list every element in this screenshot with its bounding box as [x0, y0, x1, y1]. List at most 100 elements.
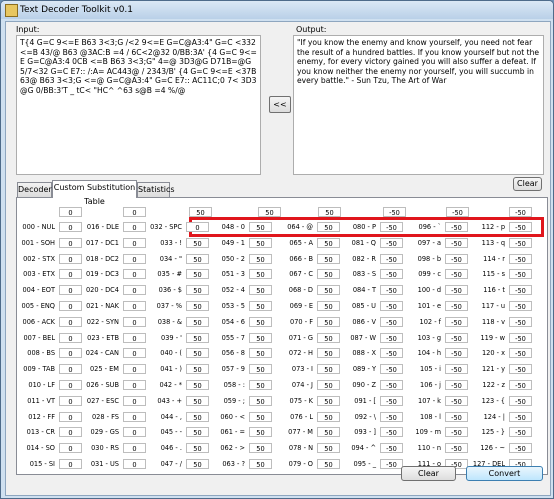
offset-value-field[interactable]: 0	[59, 348, 82, 359]
offset-value-field[interactable]: 50	[317, 222, 340, 232]
offset-value-field[interactable]: -50	[380, 427, 403, 438]
offset-value-field[interactable]: -50	[445, 443, 468, 454]
offset-value-field[interactable]: 50	[317, 301, 340, 311]
offset-value-field[interactable]: 0	[59, 332, 82, 343]
offset-value-field[interactable]: 0	[59, 364, 82, 375]
offset-value-field[interactable]: -50	[445, 222, 468, 232]
offset-value-field[interactable]: 50	[317, 285, 340, 296]
offset-value-field[interactable]: -50	[380, 380, 403, 390]
offset-value-field[interactable]: -50	[380, 395, 403, 406]
offset-value-field[interactable]: 50	[317, 237, 340, 248]
offset-value-field[interactable]: -50	[509, 237, 532, 248]
offset-value-field[interactable]: 50	[317, 459, 340, 469]
offset-value-field[interactable]: 0	[123, 395, 146, 406]
tab-statistics[interactable]: Statistics	[137, 182, 175, 197]
offset-value-field[interactable]: 50	[186, 253, 209, 264]
offset-value-field[interactable]: -50	[380, 253, 403, 264]
offset-value-field[interactable]: 50	[249, 332, 272, 343]
offset-value-field[interactable]: -50	[445, 364, 468, 375]
clear-button[interactable]: Clear	[401, 466, 456, 481]
offset-value-field[interactable]: 50	[249, 459, 272, 469]
offset-value-field[interactable]: 50	[317, 443, 340, 454]
offset-value-field[interactable]: -50	[509, 285, 532, 296]
offset-value-field[interactable]: 0	[59, 237, 82, 248]
offset-value-field[interactable]: 50	[186, 237, 209, 248]
offset-value-field[interactable]: 0	[123, 364, 146, 375]
offset-value-field[interactable]: -50	[445, 253, 468, 264]
offset-value-field[interactable]: 50	[186, 332, 209, 343]
offset-value-field[interactable]: 0	[59, 411, 82, 422]
offset-value-field[interactable]: -50	[380, 316, 403, 327]
offset-value-field[interactable]: 50	[186, 301, 209, 311]
offset-value-field[interactable]: 50	[249, 269, 272, 280]
offset-value-field[interactable]: 50	[249, 348, 272, 359]
offset-value-field[interactable]: 0	[59, 395, 82, 406]
offset-value-field[interactable]: 0	[123, 427, 146, 438]
swap-output-to-input-button[interactable]: <<	[269, 96, 291, 113]
input-textbox[interactable]: T{4 G=C 9<=E B63 3<3;G /<2 9<=E G=C@A3:4…	[16, 35, 261, 175]
offset-value-field[interactable]: -50	[380, 364, 403, 375]
offset-value-field[interactable]: 50	[249, 316, 272, 327]
offset-value-field[interactable]: -50	[380, 411, 403, 422]
range-offset-field[interactable]: 50	[189, 207, 212, 217]
offset-value-field[interactable]: -50	[509, 443, 532, 454]
offset-value-field[interactable]: -50	[380, 285, 403, 296]
offset-value-field[interactable]: 50	[249, 395, 272, 406]
offset-value-field[interactable]: -50	[380, 301, 403, 311]
offset-value-field[interactable]: 50	[249, 301, 272, 311]
offset-value-field[interactable]: -50	[445, 348, 468, 359]
offset-value-field[interactable]: 50	[317, 364, 340, 375]
title-bar[interactable]: Text Decoder Toolkit v0.1	[1, 1, 553, 19]
offset-value-field[interactable]: 50	[186, 348, 209, 359]
offset-value-field[interactable]: 0	[59, 285, 82, 296]
offset-value-field[interactable]: -50	[445, 316, 468, 327]
offset-value-field[interactable]: 0	[59, 427, 82, 438]
offset-value-field[interactable]: 50	[317, 427, 340, 438]
offset-value-field[interactable]: -50	[380, 269, 403, 280]
offset-value-field[interactable]: -50	[445, 380, 468, 390]
offset-value-field[interactable]: 50	[317, 332, 340, 343]
offset-value-field[interactable]: 50	[249, 427, 272, 438]
offset-value-field[interactable]: 0	[59, 316, 82, 327]
offset-value-field[interactable]: -50	[509, 332, 532, 343]
offset-value-field[interactable]: -50	[445, 285, 468, 296]
offset-value-field[interactable]: -50	[509, 301, 532, 311]
offset-value-field[interactable]: -50	[509, 395, 532, 406]
offset-value-field[interactable]: 0	[123, 380, 146, 390]
offset-value-field[interactable]: 50	[186, 364, 209, 375]
offset-value-field[interactable]: 50	[317, 380, 340, 390]
offset-value-field[interactable]: -50	[509, 411, 532, 422]
offset-value-field[interactable]: 0	[123, 411, 146, 422]
offset-value-field[interactable]: -50	[509, 348, 532, 359]
output-textbox[interactable]: "If you know the enemy and know yourself…	[293, 35, 544, 175]
offset-value-field[interactable]: -50	[509, 222, 532, 232]
offset-value-field[interactable]: -50	[445, 395, 468, 406]
offset-value-field[interactable]: 0	[123, 253, 146, 264]
offset-value-field[interactable]: 0	[59, 269, 82, 280]
offset-value-field[interactable]: 50	[317, 395, 340, 406]
offset-value-field[interactable]: -50	[445, 411, 468, 422]
offset-value-field[interactable]: 50	[186, 411, 209, 422]
offset-value-field[interactable]: 50	[186, 380, 209, 390]
offset-value-field[interactable]: -50	[380, 459, 403, 469]
offset-value-field[interactable]: -50	[445, 237, 468, 248]
offset-value-field[interactable]: 0	[123, 348, 146, 359]
convert-button[interactable]: Convert	[466, 466, 543, 481]
offset-value-field[interactable]: -50	[445, 427, 468, 438]
range-offset-field[interactable]: 0	[59, 207, 82, 217]
offset-value-field[interactable]: 0	[59, 380, 82, 390]
offset-value-field[interactable]: 50	[249, 222, 272, 232]
offset-value-field[interactable]: -50	[380, 443, 403, 454]
offset-value-field[interactable]: 50	[249, 253, 272, 264]
range-offset-field[interactable]: 50	[258, 207, 281, 217]
offset-value-field[interactable]: 50	[249, 237, 272, 248]
offset-value-field[interactable]: 0	[59, 443, 82, 454]
offset-value-field[interactable]: 0	[59, 222, 82, 232]
tab-custom-substitution-table[interactable]: Custom Substitution Table	[52, 180, 137, 206]
offset-value-field[interactable]: 0	[123, 285, 146, 296]
offset-value-field[interactable]: 0	[186, 222, 209, 232]
range-offset-field[interactable]: -50	[383, 207, 406, 217]
range-offset-field[interactable]: -50	[446, 207, 469, 217]
offset-value-field[interactable]: 50	[186, 285, 209, 296]
offset-value-field[interactable]: 50	[317, 348, 340, 359]
